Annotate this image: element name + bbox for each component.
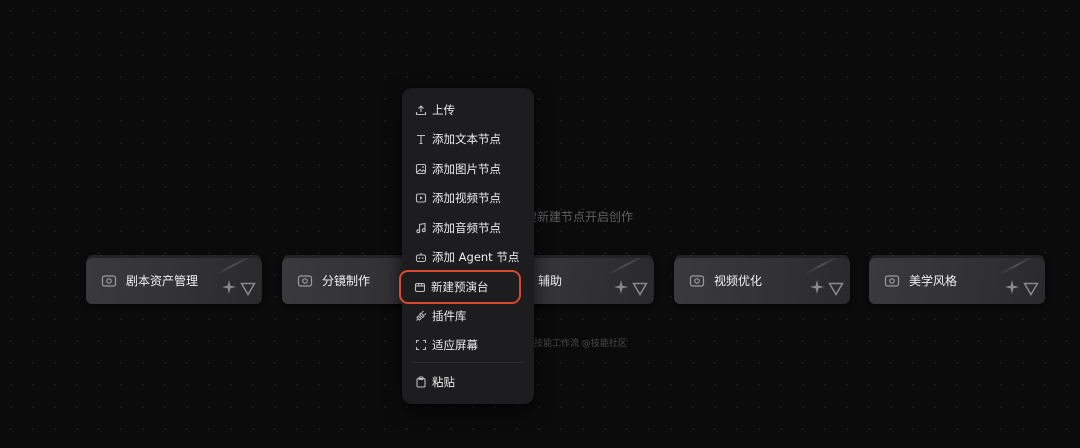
workflow-canvas[interactable]: 键新建节点开启创作 技能工作流 @技能社区 剧本资产管理 分镜制作 辅助 视频优… [0,0,1080,448]
node-label: 美学风格 [909,274,958,288]
menu-item-label: 添加视频节点 [432,191,501,205]
menu-item-add-agent-node[interactable]: 添加 Agent 节点 [402,245,534,269]
menu-divider [412,362,524,363]
triangle-icon [828,282,844,296]
video-icon [415,193,427,203]
image-icon [415,163,427,175]
menu-item-new-preview-stage[interactable]: 新建预演台 [399,270,521,304]
menu-item-add-video-node[interactable]: 添加视频节点 [402,186,534,210]
node-icon [689,275,705,287]
node-label: 视频优化 [714,274,763,288]
music-icon [416,222,426,234]
menu-item-label: 插件库 [432,309,467,323]
node-card-aesthetic-style[interactable]: 美学风格 [869,258,1045,304]
watermark: 技能工作流 @技能社区 [534,339,627,349]
plugin-icon [416,310,427,321]
node-label: 辅助 [538,274,563,288]
menu-item-add-audio-node[interactable]: 添加音频节点 [402,216,534,240]
text-icon [417,134,425,145]
node-card-video-optimize[interactable]: 视频优化 [674,258,850,304]
paste-icon [416,376,426,388]
menu-item-label: 新建预演台 [431,280,489,294]
stage-icon [414,282,426,293]
node-icon [297,275,313,287]
triangle-icon [240,282,256,296]
context-menu: 上传 添加文本节点 添加图片节点 添加视频节点 添加音频节点 添加 Agent … [399,88,534,404]
sparkle-icon [222,280,236,294]
sparkle-icon [810,280,824,294]
sparkle-icon [614,280,628,294]
menu-item-fit-screen[interactable]: 适应屏幕 [402,333,534,357]
menu-item-paste[interactable]: 粘贴 [402,370,534,394]
triangle-icon [632,282,648,296]
upload-icon [415,105,427,116]
menu-item-add-text-node[interactable]: 添加文本节点 [402,127,534,151]
menu-item-label: 上传 [432,103,455,117]
menu-item-upload[interactable]: 上传 [402,98,534,122]
menu-item-add-image-node[interactable]: 添加图片节点 [402,157,534,181]
menu-item-label: 适应屏幕 [432,338,478,352]
node-label: 剧本资产管理 [126,274,199,288]
node-card-script-assets[interactable]: 剧本资产管理 [86,258,262,304]
menu-item-label: 添加文本节点 [432,132,501,146]
fit-screen-icon [415,339,427,351]
canvas-hint: 键新建节点开启创作 [525,210,634,224]
node-icon [884,275,900,287]
menu-item-plugin-library[interactable]: 插件库 [402,304,534,328]
menu-item-label: 添加音频节点 [432,221,501,235]
agent-icon [415,252,427,263]
menu-item-label: 添加图片节点 [432,162,501,176]
triangle-icon [1023,282,1039,296]
node-icon [101,275,117,287]
menu-item-label: 粘贴 [432,375,455,389]
node-label: 分镜制作 [322,274,371,288]
sparkle-icon [1005,280,1019,294]
menu-item-label: 添加 Agent 节点 [432,250,520,264]
